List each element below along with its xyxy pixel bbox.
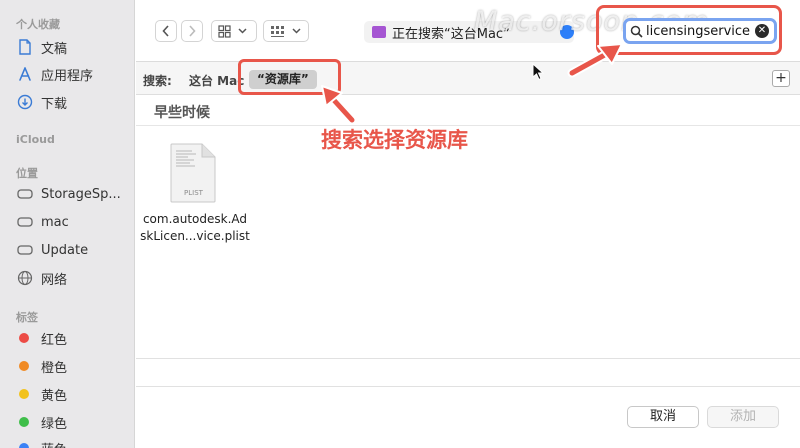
view-mode-dropdown[interactable] (211, 20, 257, 42)
plus-icon: + (775, 70, 787, 86)
favorites-section-title: 个人收藏 (16, 18, 60, 31)
sidebar-item-label: 蓝色 (41, 439, 67, 448)
search-field[interactable]: ✕ (623, 18, 777, 44)
plist-file-icon[interactable]: PLIST (170, 143, 217, 203)
document-icon (16, 38, 34, 56)
sidebar-item-downloads[interactable]: 下载 (16, 90, 131, 114)
sidebar-item-applications[interactable]: 应用程序 (16, 62, 131, 86)
sidebar-item-label: 橙色 (41, 360, 68, 376)
blue-tag-dot (19, 443, 29, 448)
sidebar-tag-orange[interactable]: 橙色 (16, 354, 131, 378)
sidebar-item-network[interactable]: 网络 (16, 266, 131, 290)
sidebar-item-label: 黄色 (41, 388, 68, 404)
sidebar-item-label: Update (41, 242, 89, 258)
forward-button[interactable] (181, 20, 203, 42)
green-tag-dot (19, 417, 29, 427)
network-icon (16, 269, 34, 287)
file-name-line-1: com.autodesk.Ad (142, 212, 248, 226)
sidebar: 个人收藏 文稿 应用程序 下载 iCloud 位置 StorageSp... m… (0, 0, 135, 448)
add-criteria-button[interactable]: + (772, 70, 790, 87)
scope-library[interactable]: “资源库” (249, 70, 317, 89)
sidebar-item-label: mac (41, 214, 69, 230)
scope-this-mac[interactable]: 这台 Mac (189, 72, 244, 89)
sidebar-tag-red[interactable]: 红色 (16, 326, 131, 350)
orange-tag-dot (19, 361, 29, 371)
sidebar-item-label: 下载 (41, 96, 68, 112)
download-icon (16, 93, 34, 111)
sidebar-tag-blue[interactable]: 蓝色 (16, 436, 131, 448)
sidebar-item-update[interactable]: Update (16, 238, 131, 262)
file-type-label: PLIST (184, 189, 204, 197)
grid-view-icon (218, 24, 231, 38)
toolbar: 正在搜索“这台Mac” Mac.orsoon.com ✕ (136, 0, 800, 62)
tags-section-title: 标签 (16, 311, 38, 324)
applications-icon (16, 65, 34, 83)
sidebar-tag-green[interactable]: 绿色 (16, 410, 131, 434)
sidebar-item-storage[interactable]: StorageSp... (16, 182, 131, 206)
sidebar-item-label: 红色 (41, 332, 68, 348)
divider (136, 125, 800, 126)
sidebar-tag-yellow[interactable]: 黄色 (16, 382, 131, 406)
chevron-down-icon (292, 28, 301, 34)
folder-icon (372, 26, 386, 38)
back-button[interactable] (155, 20, 177, 42)
file-name[interactable]: com.autodesk.Ad skLicen...vice.plist (140, 211, 250, 245)
sidebar-item-documents[interactable]: 文稿 (16, 35, 131, 59)
group-by-dropdown[interactable] (263, 20, 309, 42)
scope-label: 搜索: (143, 74, 172, 88)
yellow-tag-dot (19, 389, 29, 399)
group-icon (271, 25, 284, 37)
drive-icon (16, 185, 34, 203)
sidebar-item-label: 绿色 (41, 416, 68, 432)
sidebar-item-label: StorageSp... (41, 186, 121, 202)
locations-section-title: 位置 (16, 167, 38, 180)
file-name-line-2: skLicen...vice.plist (140, 229, 250, 243)
red-tag-dot (19, 333, 29, 343)
divider (136, 358, 800, 359)
sidebar-item-label: 网络 (41, 272, 68, 288)
sidebar-item-mac[interactable]: mac (16, 210, 131, 234)
drive-icon (16, 213, 34, 231)
group-header: 早些时候 (154, 105, 210, 121)
icloud-section-title: iCloud (16, 133, 55, 146)
cancel-button[interactable]: 取消 (627, 406, 699, 428)
search-icon (630, 25, 643, 38)
sidebar-item-label: 应用程序 (41, 68, 94, 84)
drive-icon (16, 241, 34, 259)
chevron-left-icon (162, 25, 169, 37)
divider (136, 386, 800, 387)
add-button[interactable]: 添加 (707, 406, 779, 428)
chevron-right-icon (189, 25, 196, 37)
sidebar-item-label: 文稿 (41, 41, 68, 57)
search-scope-bar: 搜索: 这台 Mac “资源库” + (136, 59, 800, 95)
search-input[interactable] (646, 23, 756, 39)
chevron-down-icon (238, 28, 247, 34)
clear-search-icon[interactable]: ✕ (755, 24, 769, 38)
annotation-text: 搜索选择资源库 (321, 128, 468, 152)
